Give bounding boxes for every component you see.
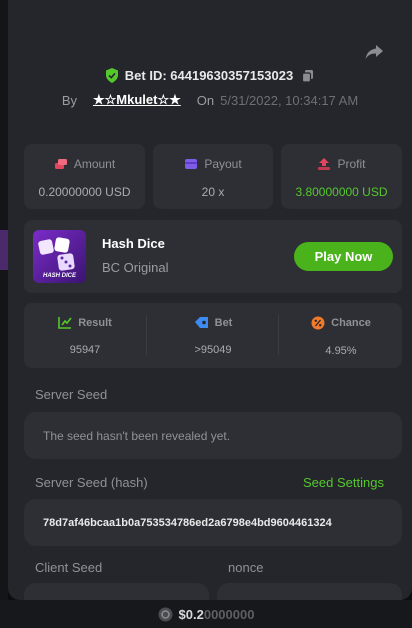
server-seed-hash-label: Server Seed (hash) xyxy=(35,475,148,490)
game-card: HASH DICE Hash Dice BC Original Play Now xyxy=(24,220,402,293)
bet-value: >95049 xyxy=(194,344,232,356)
nonce-label: nonce xyxy=(228,560,264,575)
server-seed-value: The seed hasn't been revealed yet. xyxy=(43,428,231,443)
chance-value: 4.95% xyxy=(325,345,357,357)
bet-author-row: By ★☆Mkulet☆★ On 5/31/2022, 10:34:17 AM xyxy=(8,92,412,108)
verified-shield-icon xyxy=(105,68,118,83)
payout-label: Payout xyxy=(204,157,242,171)
background-glow xyxy=(0,230,8,270)
bet-details-modal: Bet ID: 6441963035715302​3 By ★☆Mkulet☆★… xyxy=(8,0,412,600)
game-subtitle: BC Original xyxy=(102,260,169,275)
server-seed-hash-field[interactable]: 78d7af46bcaa1b0a753534786ed2a6798e4bd960… xyxy=(24,499,402,546)
profit-icon xyxy=(318,158,331,170)
result-label: Result xyxy=(78,316,112,329)
game-thumb-text: HASH DICE xyxy=(42,273,76,279)
username-link[interactable]: ★☆Mkulet☆★ xyxy=(93,92,181,108)
result-icon xyxy=(58,317,72,329)
nonce-field[interactable] xyxy=(217,583,402,600)
amount-value: 0.20000000 USD xyxy=(38,185,131,199)
balance-bar: $0.20000000 xyxy=(0,600,412,628)
divider xyxy=(146,315,147,355)
on-label: On xyxy=(196,92,215,108)
bet-tag-icon xyxy=(194,317,208,328)
play-now-button[interactable]: Play Now xyxy=(294,242,393,271)
amount-card: Amount 0.20000000 USD xyxy=(24,144,145,209)
coins-icon xyxy=(54,159,67,169)
profit-card: Profit 3.80000000 USD xyxy=(281,144,402,209)
seed-settings-link[interactable]: Seed Settings xyxy=(303,475,384,490)
game-title: Hash Dice xyxy=(102,236,165,251)
payout-value: 20 x xyxy=(201,185,225,199)
chance-cell: Chance 4.95% xyxy=(280,303,402,368)
amount-label: Amount xyxy=(73,157,116,171)
result-card: Result 95947 Bet >95049 Chance 4.95% xyxy=(24,303,402,368)
share-icon[interactable] xyxy=(362,40,386,64)
chance-label: Chance xyxy=(331,317,371,329)
client-seed-label: Client Seed xyxy=(35,560,103,575)
bet-label: Bet xyxy=(214,316,233,329)
profit-label: Profit xyxy=(337,157,366,171)
by-label: By xyxy=(61,92,77,108)
server-seed-field[interactable]: The seed hasn't been revealed yet. xyxy=(24,412,402,459)
result-cell: Result 95947 xyxy=(24,303,146,368)
payout-card: Payout 20 x xyxy=(153,144,273,209)
balance-main: $0.2 xyxy=(178,606,204,622)
result-value: 95947 xyxy=(69,344,101,356)
wallet-icon xyxy=(185,159,198,169)
bet-cell: Bet >95049 xyxy=(152,303,274,368)
currency-icon xyxy=(158,607,173,621)
bet-id-row: Bet ID: 6441963035715302​3 xyxy=(8,68,412,83)
percent-icon xyxy=(311,316,325,330)
game-thumbnail[interactable]: HASH DICE xyxy=(33,230,86,283)
client-seed-field[interactable] xyxy=(24,583,209,600)
server-seed-label: Server Seed xyxy=(35,387,108,402)
divider xyxy=(278,315,279,355)
bet-id: Bet ID: 6441963035715302​3 xyxy=(124,68,294,83)
copy-icon[interactable] xyxy=(301,69,315,83)
profit-value: 3.80000000 USD xyxy=(295,185,388,199)
background-strip xyxy=(0,0,8,628)
balance-decimals: 0000000 xyxy=(203,606,255,622)
server-seed-hash-value: 78d7af46bcaa1b0a753534786ed2a6798e4bd960… xyxy=(43,516,332,529)
bet-date: 5/31/2022, 10:34:17 AM xyxy=(220,92,359,108)
